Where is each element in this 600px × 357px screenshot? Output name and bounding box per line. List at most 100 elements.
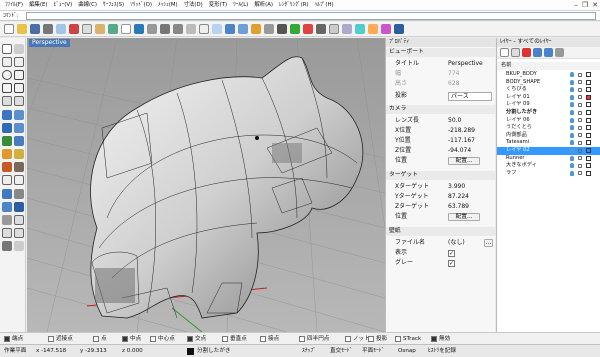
layer-row[interactable]: 分割したがき (497, 109, 600, 117)
render-icon[interactable] (238, 24, 248, 34)
layer-row[interactable]: うだくとら (497, 124, 600, 132)
hide-icon[interactable] (277, 24, 287, 34)
osnap-checkbox[interactable] (299, 336, 305, 342)
snap-toggle[interactable]: ｽﾅｯﾌﾟ (302, 347, 316, 356)
lightbulb-icon[interactable] (570, 94, 574, 100)
osnap-checkbox[interactable] (150, 336, 156, 342)
cplane-icon[interactable] (212, 24, 222, 34)
new-file-icon[interactable] (4, 24, 14, 34)
lightbulb-icon[interactable] (570, 125, 574, 131)
osnap-checkbox[interactable] (431, 336, 437, 342)
open-folder-icon[interactable] (17, 24, 27, 34)
mirror-icon[interactable] (2, 215, 12, 225)
xpos-value[interactable]: -218.289 (448, 126, 475, 136)
layer-row[interactable]: BKUP_BODY (497, 71, 600, 79)
lightbulb-icon[interactable] (570, 79, 574, 85)
join-icon[interactable] (14, 175, 24, 185)
osnap-checkbox[interactable] (260, 336, 266, 342)
osnap-option[interactable]: 垂直点 (222, 335, 247, 343)
menu-solid[interactable]: ｿﾘｯﾄﾞ(O) (127, 0, 155, 11)
layer-color-swatch[interactable] (586, 102, 591, 108)
lock-icon[interactable] (578, 102, 582, 107)
properties-icon[interactable] (342, 24, 352, 34)
group-icon[interactable] (316, 24, 326, 34)
trim-icon[interactable] (14, 162, 24, 172)
lock-icon[interactable] (578, 171, 582, 176)
scale-icon[interactable] (14, 202, 24, 212)
lock-icon[interactable] (578, 95, 582, 100)
layer-color-swatch[interactable] (586, 87, 591, 93)
text-icon[interactable] (14, 96, 24, 106)
lock-icon[interactable] (578, 72, 582, 77)
osnap-option[interactable]: ノット (345, 335, 370, 343)
save-icon[interactable] (30, 24, 40, 34)
layer-row[interactable]: レイヤ 02 (497, 147, 600, 155)
osnap-option[interactable]: 接点 (260, 335, 279, 343)
move-up-icon[interactable] (533, 48, 542, 57)
menu-help[interactable]: ﾍﾙﾌﾟ(H) (312, 0, 337, 11)
ypos-value[interactable]: -117.167 (448, 136, 475, 146)
ytarget-value[interactable]: 87.224 (448, 192, 469, 202)
xtarget-value[interactable]: 3.990 (448, 182, 465, 192)
rotate-icon[interactable] (2, 202, 12, 212)
osnap-option[interactable]: 点 (93, 335, 107, 343)
osnap-checkbox[interactable] (122, 336, 128, 342)
lock-icon[interactable] (578, 163, 582, 168)
menu-view[interactable]: ﾋﾞｭｰ(V) (51, 0, 76, 11)
lightbulb-icon[interactable] (570, 110, 574, 115)
viewport-title-tab[interactable]: Perspective (29, 39, 70, 47)
osnap-option[interactable]: 端点 (4, 335, 23, 343)
pan-icon[interactable] (121, 24, 131, 34)
osnap-toggle[interactable]: Osnap (398, 347, 416, 356)
render-preview-icon[interactable] (14, 241, 24, 251)
layer-row[interactable]: 大きなボディ (497, 162, 600, 170)
layer-icon[interactable] (329, 24, 339, 34)
zoom-window-icon[interactable] (160, 24, 170, 34)
osnap-option[interactable]: 投影 (368, 335, 387, 343)
ellipse-icon[interactable] (2, 96, 12, 106)
move-down-icon[interactable] (544, 48, 553, 57)
lightbulb-icon[interactable] (570, 170, 574, 176)
osnap-checkbox[interactable] (187, 336, 193, 342)
lock-icon[interactable] (578, 140, 582, 145)
osnap-checkbox[interactable] (368, 336, 374, 342)
layer-row[interactable]: Tatesami (497, 139, 600, 147)
layer-color-swatch[interactable] (586, 79, 591, 85)
osnap-option[interactable]: 四半円点 (299, 335, 329, 343)
options-icon[interactable] (381, 24, 391, 34)
osnap-checkbox[interactable] (345, 336, 351, 342)
osnap-option[interactable]: 中心点 (150, 335, 175, 343)
menu-dimension[interactable]: 寸法(D) (181, 0, 206, 11)
minimize-icon[interactable]: – (574, 1, 578, 9)
layer-row[interactable]: レイヤ 09 (497, 101, 600, 109)
lock-icon[interactable] (578, 80, 582, 85)
lock-icon[interactable] (578, 148, 582, 153)
menu-curve[interactable]: 曲線(C) (75, 0, 100, 11)
select-arrow-icon[interactable] (2, 44, 12, 54)
viewport-layout-icon[interactable] (199, 24, 209, 34)
layer-color-swatch[interactable] (586, 125, 591, 131)
lightbulb-icon[interactable] (570, 102, 574, 108)
loft-icon[interactable] (14, 110, 24, 120)
lightbulb-icon[interactable] (570, 87, 574, 93)
lock-icon[interactable] (578, 110, 582, 115)
point-icon[interactable] (14, 44, 24, 54)
explode-icon[interactable] (2, 228, 12, 238)
lock-icon[interactable] (578, 125, 582, 130)
dimension-icon[interactable] (14, 149, 24, 159)
polygon-icon[interactable] (14, 83, 24, 93)
import-icon[interactable] (56, 24, 66, 34)
lock-icon[interactable] (578, 156, 582, 161)
offset-icon[interactable] (14, 228, 24, 238)
lightbulb-icon[interactable] (570, 72, 574, 77)
current-layer[interactable]: 分割したがき (197, 347, 231, 356)
menu-mesh[interactable]: ﾒｯｼｭ(M) (155, 0, 181, 11)
close-icon[interactable]: ✕ (592, 1, 598, 9)
polyline-icon[interactable] (2, 57, 12, 67)
layer-row[interactable]: レイヤ 01 (497, 94, 600, 102)
command-input[interactable] (26, 12, 596, 20)
osnap-option[interactable]: STrack (395, 335, 421, 343)
menu-edit[interactable]: 編集(E) (26, 0, 50, 11)
array-icon[interactable] (14, 215, 24, 225)
paste-icon[interactable] (95, 24, 105, 34)
